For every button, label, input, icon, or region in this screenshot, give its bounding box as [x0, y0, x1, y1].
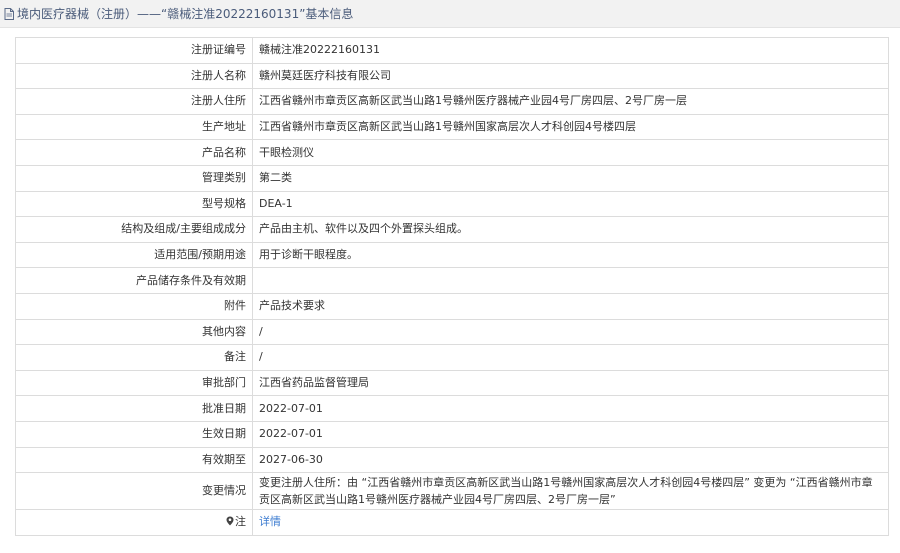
table-row: 注册人住所 江西省赣州市章贡区高新区武当山路1号赣州医疗器械产业园4号厂房四层、… [15, 88, 889, 115]
field-value: 产品由主机、软件以及四个外置探头组成。 [252, 216, 889, 243]
field-label: 备注 [15, 344, 253, 371]
note-row: 注 详情 [15, 509, 889, 536]
note-value-cell: 详情 [252, 509, 889, 536]
table-row: 有效期至 2027-06-30 [15, 446, 889, 474]
table-row: 适用范围/预期用途 用于诊断干眼程度。 [15, 241, 889, 269]
field-label: 适用范围/预期用途 [15, 241, 253, 269]
field-value: 赣州莫廷医疗科技有限公司 [252, 62, 889, 90]
map-pin-icon [226, 516, 234, 526]
page-header: 境内医疗器械（注册）——“赣械注准20222160131”基本信息 [0, 0, 900, 28]
field-label: 审批部门 [15, 369, 253, 397]
details-link[interactable]: 详情 [259, 515, 281, 528]
table-row: 产品储存条件及有效期 [15, 267, 889, 294]
field-value: 产品技术要求 [252, 292, 889, 320]
field-value: 2022-07-01 [252, 395, 889, 422]
table-row: 型号规格 DEA-1 [15, 190, 889, 218]
field-label: 其他内容 [15, 318, 253, 346]
field-label: 注册人住所 [15, 88, 253, 115]
field-value [252, 267, 889, 294]
field-value: 江西省药品监督管理局 [252, 369, 889, 397]
field-label: 结构及组成/主要组成成分 [15, 216, 253, 243]
field-value: 2022-07-01 [252, 420, 889, 448]
field-value: DEA-1 [252, 190, 889, 218]
field-value: 干眼检测仪 [252, 139, 889, 166]
field-value: 江西省赣州市章贡区高新区武当山路1号赣州医疗器械产业园4号厂房四层、2号厂房一层 [252, 88, 889, 115]
field-value: 2027-06-30 [252, 446, 889, 474]
field-label: 注册人名称 [15, 62, 253, 90]
table-row: 其他内容 / [15, 318, 889, 346]
field-label: 产品名称 [15, 139, 253, 166]
table-row: 备注 / [15, 344, 889, 371]
field-label: 型号规格 [15, 190, 253, 218]
table-row: 批准日期 2022-07-01 [15, 395, 889, 422]
table-row: 变更情况 变更注册人住所：由 “江西省赣州市章贡区高新区武当山路1号赣州国家高层… [15, 472, 889, 511]
field-label: 注册证编号 [15, 37, 253, 64]
field-value: 变更注册人住所：由 “江西省赣州市章贡区高新区武当山路1号赣州国家高层次人才科创… [252, 472, 889, 511]
field-label: 生效日期 [15, 420, 253, 448]
table-row: 审批部门 江西省药品监督管理局 [15, 369, 889, 397]
field-label: 变更情况 [15, 472, 253, 511]
field-value: 第二类 [252, 164, 889, 192]
field-label: 产品储存条件及有效期 [15, 267, 253, 294]
note-label-cell: 注 [15, 509, 253, 536]
document-icon [4, 7, 14, 20]
table-row: 注册人名称 赣州莫廷医疗科技有限公司 [15, 62, 889, 90]
field-label: 生产地址 [15, 113, 253, 141]
table-row: 附件 产品技术要求 [15, 292, 889, 320]
table-row: 管理类别 第二类 [15, 164, 889, 192]
field-label: 有效期至 [15, 446, 253, 474]
field-label: 管理类别 [15, 164, 253, 192]
field-value: 用于诊断干眼程度。 [252, 241, 889, 269]
table-row: 注册证编号 赣械注准20222160131 [15, 37, 889, 64]
table-row: 生产地址 江西省赣州市章贡区高新区武当山路1号赣州国家高层次人才科创园4号楼四层 [15, 113, 889, 141]
page-title: 境内医疗器械（注册）——“赣械注准20222160131”基本信息 [17, 7, 354, 21]
field-value: 赣械注准20222160131 [252, 37, 889, 64]
field-value: / [252, 344, 889, 371]
field-label: 附件 [15, 292, 253, 320]
table-row: 结构及组成/主要组成成分 产品由主机、软件以及四个外置探头组成。 [15, 216, 889, 243]
registration-info-table: 注册证编号 赣械注准20222160131 注册人名称 赣州莫廷医疗科技有限公司… [15, 37, 889, 536]
field-value: 江西省赣州市章贡区高新区武当山路1号赣州国家高层次人才科创园4号楼四层 [252, 113, 889, 141]
field-value: / [252, 318, 889, 346]
field-label: 批准日期 [15, 395, 253, 422]
table-row: 产品名称 干眼检测仪 [15, 139, 889, 166]
table-row: 生效日期 2022-07-01 [15, 420, 889, 448]
note-label: 注 [235, 515, 246, 529]
